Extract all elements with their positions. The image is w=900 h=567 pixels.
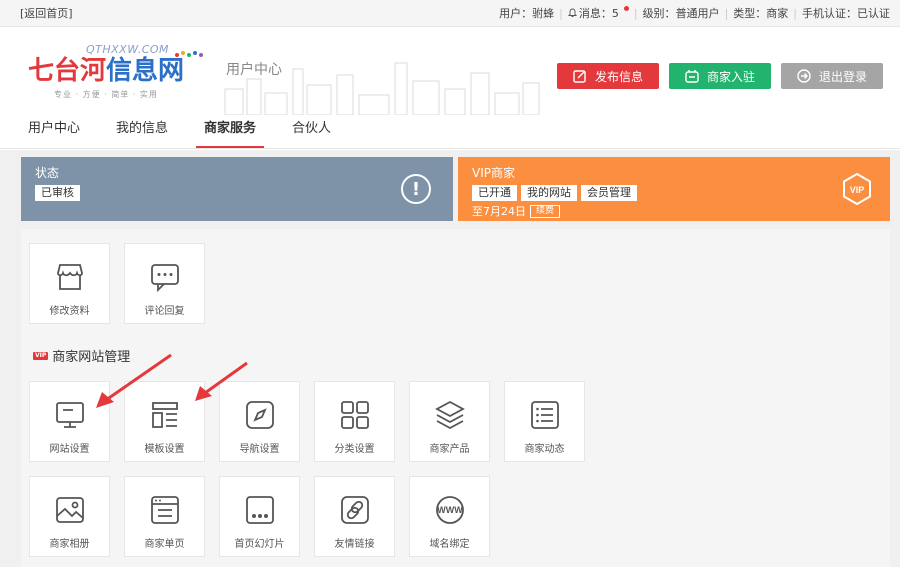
back-home-link[interactable]: [返回首页] <box>20 5 73 21</box>
header: QTHXXW.COM 七台河信息网 专业 · 方便 · 简单 · 实用 用户中心… <box>0 27 900 115</box>
logo-text: 七台河信息网 <box>28 56 185 86</box>
type-label: 类型： <box>733 7 767 20</box>
bell-icon <box>567 8 577 17</box>
content-area: 状态 已审核 ! VIP商家 已开通 我的网站 会员管理 至7月24日 续费 VIP… <box>0 150 900 567</box>
comment-icon <box>150 264 179 293</box>
link-icon <box>340 496 369 524</box>
shop-icon <box>685 70 699 83</box>
slideshow-icon <box>245 496 274 524</box>
user-label: 用户： <box>499 7 533 20</box>
album-icon <box>55 497 84 523</box>
grid-icon <box>340 401 369 429</box>
vip-expiry: 至7月24日 <box>472 205 526 218</box>
store-icon <box>56 264 83 290</box>
messages-count[interactable]: 5 <box>612 7 619 20</box>
list-icon <box>530 401 559 429</box>
phone-value: 已认证 <box>857 7 890 20</box>
vip-opened-tag: 已开通 <box>472 185 517 201</box>
top-bar: [返回首页] 用户： 驸蜂 | 消息： 5 | 级别： 普通用户 | 类型： 商家 | … <box>0 0 900 27</box>
merchant-album-tile[interactable]: 商家相册 <box>29 476 110 557</box>
merchant-news-tile[interactable]: 商家动态 <box>504 381 585 462</box>
site-logo[interactable]: QTHXXW.COM 七台河信息网 专业 · 方便 · 简单 · 实用 <box>24 41 214 101</box>
status-card: 状态 已审核 ! <box>21 157 453 221</box>
messages-label[interactable]: 消息： <box>579 5 612 21</box>
merchant-join-button[interactable]: 商家入驻 <box>669 63 771 89</box>
unread-dot <box>623 5 629 11</box>
level-value: 普通用户 <box>675 7 720 20</box>
type-value: 商家 <box>766 7 789 20</box>
logout-button[interactable]: 退出登录 <box>781 63 883 89</box>
exclamation-icon: ! <box>401 174 431 204</box>
edit-icon <box>573 70 586 83</box>
domain-binding-tile[interactable]: WWW 域名绑定 <box>409 476 490 557</box>
page-title: 用户中心 <box>226 62 282 78</box>
level-label: 级别： <box>642 7 676 20</box>
phone-label: 手机认证： <box>802 7 857 20</box>
tools-panel: 修改资料 评论回复 VIP 商家网站管理 网站设置 模板设置 导航设置 分类设置 <box>21 229 890 567</box>
svg-text:WWW: WWW <box>437 505 463 515</box>
annotation-arrow-icon <box>195 361 248 401</box>
vip-hexagon-icon: VIP <box>843 173 871 205</box>
divider: | <box>793 6 797 20</box>
annotation-arrow-icon <box>96 353 172 408</box>
divider: | <box>633 6 638 20</box>
vip-mini-badge: VIP <box>33 351 49 360</box>
edit-profile-tile[interactable]: 修改资料 <box>29 243 110 324</box>
renew-button[interactable]: 续费 <box>530 204 561 218</box>
layers-icon <box>434 400 465 430</box>
merchant-products-tile[interactable]: 商家产品 <box>409 381 490 462</box>
www-icon: WWW <box>435 496 464 524</box>
status-badge: 已审核 <box>35 185 80 201</box>
vip-expiry-row: 至7月24日 续费 <box>472 203 876 219</box>
vip-title: VIP商家 <box>472 166 515 180</box>
user-name[interactable]: 驸蜂 <box>532 5 554 21</box>
my-website-link[interactable]: 我的网站 <box>521 185 577 201</box>
home-slideshow-tile[interactable]: 首页幻灯片 <box>219 476 300 557</box>
page-icon <box>150 496 179 524</box>
merchant-page-tile[interactable]: 商家单页 <box>124 476 205 557</box>
tab-my-info[interactable]: 我的信息 <box>108 106 176 148</box>
tab-user-center[interactable]: 用户中心 <box>20 106 88 148</box>
monitor-icon <box>55 402 84 428</box>
logout-icon <box>797 69 811 83</box>
comment-reply-tile[interactable]: 评论回复 <box>124 243 205 324</box>
category-settings-tile[interactable]: 分类设置 <box>314 381 395 462</box>
status-title: 状态 <box>35 166 60 180</box>
vip-card: VIP商家 已开通 我的网站 会员管理 至7月24日 续费 VIP <box>458 157 890 221</box>
publish-button[interactable]: 发布信息 <box>557 63 659 89</box>
divider: | <box>724 6 729 20</box>
logo-slogan: 专业 · 方便 · 简单 · 实用 <box>54 90 158 99</box>
divider: | <box>559 6 563 20</box>
svg-text:VIP: VIP <box>850 185 865 195</box>
top-bar-user-info: 用户： 驸蜂 | 消息： 5 | 级别： 普通用户 | 类型： 商家 | 手机认证： 已认… <box>499 5 890 21</box>
friend-links-tile[interactable]: 友情链接 <box>314 476 395 557</box>
member-manage-link[interactable]: 会员管理 <box>581 185 637 201</box>
